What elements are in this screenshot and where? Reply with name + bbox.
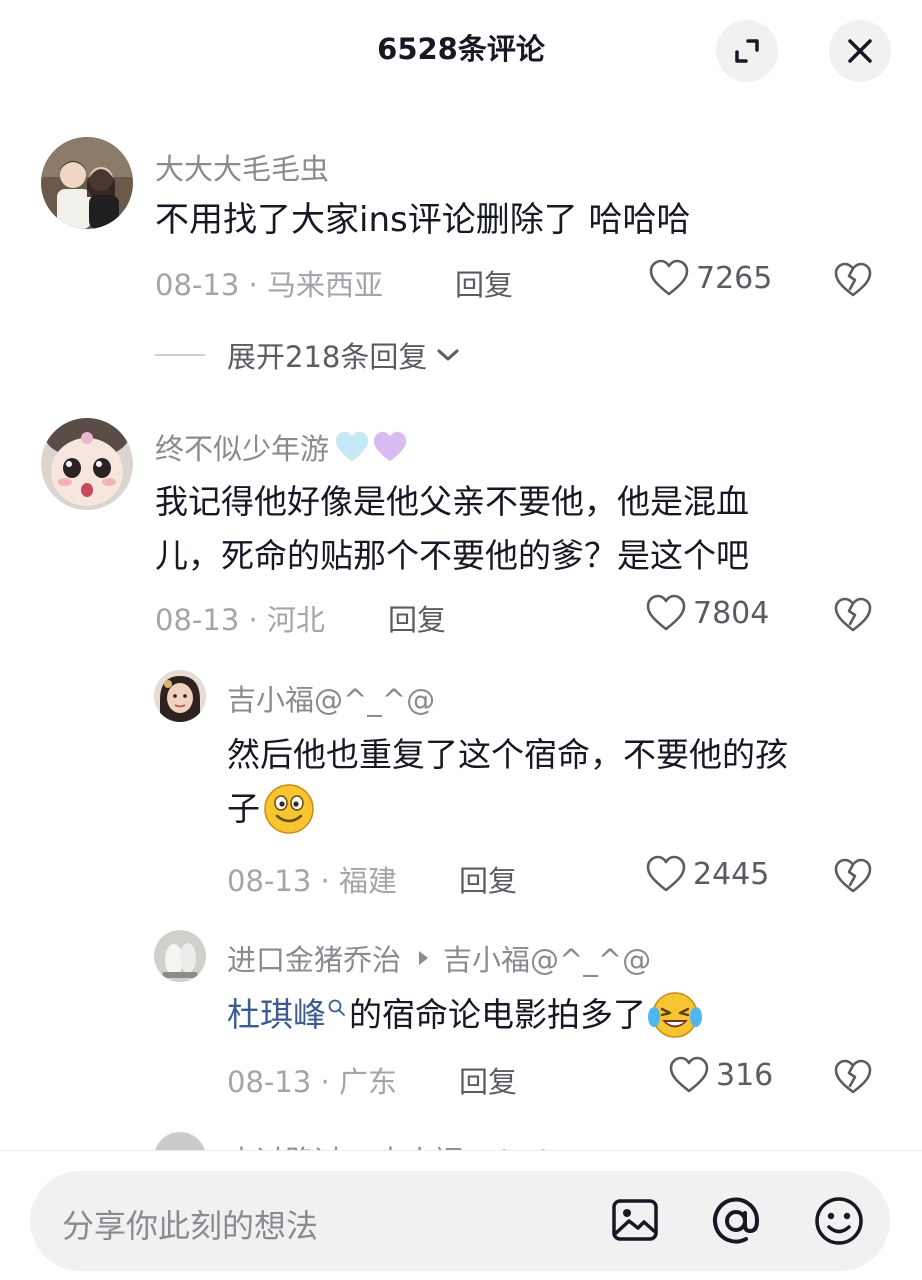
heart-icon (646, 855, 686, 892)
reply-username[interactable]: 吉小福@^_^@ (227, 677, 435, 719)
comment-meta: 08-13 · 马来西亚 (155, 262, 383, 304)
like-button[interactable]: 7265 (648, 259, 772, 297)
like-count: 7265 (696, 260, 773, 296)
expand-replies-button[interactable]: 展开218条回复 (155, 334, 461, 376)
divider (155, 354, 205, 356)
reply-button[interactable]: 回复 (459, 858, 517, 900)
dislike-icon (834, 1059, 872, 1094)
avatar[interactable] (41, 137, 133, 229)
laugh-cry-emoji-icon (648, 992, 702, 1038)
comments-header: 6528条评论 (0, 0, 922, 100)
close-icon (848, 39, 872, 63)
emoji-icon (815, 1197, 863, 1245)
search-icon[interactable] (327, 998, 347, 1018)
at-icon (713, 1197, 760, 1244)
comment-meta: 08-13 · 河北 (155, 597, 325, 639)
dislike-icon (834, 597, 872, 632)
comment-date: 08-13 (155, 603, 240, 637)
expand-button[interactable] (716, 20, 778, 82)
emoji-button[interactable] (813, 1195, 865, 1251)
dislike-button[interactable] (834, 1059, 872, 1099)
meta-separator: · (239, 268, 267, 302)
image-button[interactable] (610, 1195, 660, 1249)
avatar[interactable] (41, 418, 133, 510)
comment-username[interactable]: 大大大毛毛虫 (155, 146, 329, 188)
mention-button[interactable] (710, 1195, 762, 1251)
reply-date: 08-13 (227, 1065, 312, 1099)
expand-replies-label: 展开218条回复 (227, 340, 428, 374)
comment-text-line: 我记得他好像是他父亲不要他，他是混血 (155, 482, 749, 521)
image-icon (612, 1199, 658, 1241)
reply-to-username[interactable]: 吉小福@^_^@ (443, 937, 651, 979)
partial-reply-username: 走过路过 ▸ 吉小福@^_^@ (227, 1138, 584, 1150)
reply-location: 广东 (338, 1065, 397, 1099)
purple-heart-icon (373, 431, 407, 462)
avatar[interactable] (154, 930, 206, 982)
comment-location: 马来西亚 (266, 268, 383, 302)
comment-text-line: 儿，死命的贴那个不要他的爹？是这个吧 (155, 536, 749, 575)
heart-icon (646, 594, 686, 631)
reply-text-body: 的宿命论电影拍多了 (349, 995, 646, 1034)
reply-text: 杜琪峰 的宿命论电影拍多了 (227, 988, 703, 1042)
like-button[interactable]: 2445 (645, 855, 769, 893)
meta-separator: · (311, 1065, 339, 1099)
reply-button[interactable]: 回复 (459, 1059, 517, 1101)
blue-heart-icon (335, 431, 369, 462)
input-placeholder: 分享你此刻的想法 (62, 1207, 319, 1245)
reply-meta: 08-13 · 广东 (227, 1059, 397, 1101)
avatar[interactable] (154, 670, 206, 722)
comment-location: 河北 (266, 603, 325, 637)
like-count: 7804 (693, 595, 770, 631)
meta-separator: · (239, 603, 267, 637)
comment-date: 08-13 (155, 268, 240, 302)
reply-meta: 08-13 · 福建 (227, 858, 397, 900)
reply-text-line: 子 (227, 782, 788, 836)
comment-text: 我记得他好像是他父亲不要他，他是混血 儿，死命的贴那个不要他的爹？是这个吧 (155, 475, 749, 583)
reply-text-tail: 子 (227, 789, 260, 828)
smile-emoji-icon (264, 784, 314, 834)
like-button[interactable]: 316 (668, 1056, 773, 1094)
comment-input-bar: 分享你此刻的想法 (0, 1150, 922, 1280)
reply-location: 福建 (338, 864, 397, 898)
chevron-down-icon (437, 349, 459, 361)
dislike-button[interactable] (834, 597, 872, 637)
dislike-icon (834, 858, 872, 893)
reply-username-text: 进口金猪乔治 (227, 943, 402, 977)
heart-icon (649, 259, 689, 296)
reply-button[interactable]: 回复 (388, 597, 446, 639)
expand-icon (735, 39, 759, 63)
reply-to-arrow-icon (419, 951, 429, 965)
like-count: 316 (716, 1057, 774, 1093)
meta-separator: · (311, 864, 339, 898)
comment-username[interactable]: 终不似少年游 (155, 426, 409, 468)
close-button[interactable] (829, 20, 891, 82)
reply-text-line: 然后他也重复了这个宿命，不要他的孩 (227, 735, 788, 774)
dislike-icon (834, 262, 872, 297)
reply-username[interactable]: 进口金猪乔治 吉小福@^_^@ (227, 937, 651, 979)
mention-link[interactable]: 杜琪峰 (227, 988, 326, 1042)
comment-username-text: 终不似少年游 (155, 432, 330, 466)
reply-button[interactable]: 回复 (455, 262, 513, 304)
comment-input[interactable]: 分享你此刻的想法 (30, 1171, 890, 1271)
dislike-button[interactable] (834, 858, 872, 898)
partial-reply-item: 走过路过 ▸ 吉小福@^_^@ (0, 1128, 922, 1150)
comment-text: 不用找了大家ins评论删除了 哈哈哈 (155, 200, 691, 240)
dislike-button[interactable] (834, 262, 872, 302)
like-count: 2445 (693, 856, 770, 892)
like-button[interactable]: 7804 (645, 594, 769, 632)
avatar (154, 1132, 206, 1150)
reply-text: 然后他也重复了这个宿命，不要他的孩 子 (227, 728, 788, 836)
reply-date: 08-13 (227, 864, 312, 898)
page-title: 6528条评论 (377, 32, 545, 66)
heart-icon (669, 1056, 709, 1093)
